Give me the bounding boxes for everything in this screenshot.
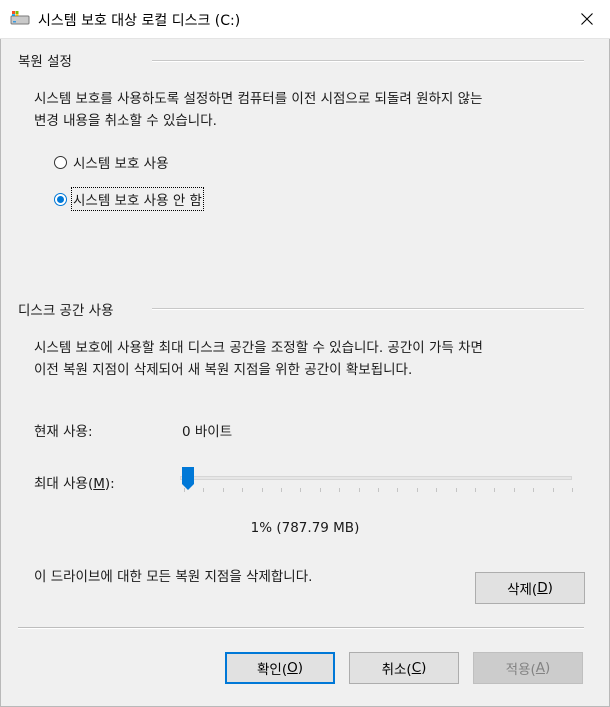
max-usage-slider[interactable] — [178, 466, 574, 496]
restore-settings-description: 시스템 보호를 사용하도록 설정하면 컴퓨터를 이전 시점으로 되돌려 원하지 … — [34, 88, 482, 132]
disk-usage-divider — [152, 308, 584, 310]
current-usage-value: 0 바이트 — [182, 424, 233, 440]
max-usage-percent: 1% (787.79 MB) — [250, 520, 360, 536]
restore-description-line-1: 시스템 보호를 사용하도록 설정하면 컴퓨터를 이전 시점으로 되돌려 원하지 … — [34, 91, 483, 107]
slider-tick — [358, 488, 360, 492]
max-usage-label: 최대 사용(M): — [34, 476, 115, 492]
slider-tick — [572, 488, 573, 492]
slider-tick — [494, 488, 496, 492]
slider-tick — [242, 488, 244, 492]
close-icon — [581, 13, 593, 25]
slider-tick — [533, 488, 535, 492]
restore-settings-divider — [152, 60, 584, 62]
slider-tick — [300, 488, 302, 492]
slider-tick — [513, 488, 515, 492]
slider-tick — [397, 488, 399, 492]
footer-divider — [18, 627, 584, 629]
disk-description-line-1: 시스템 보호에 사용할 최대 디스크 공간을 조정할 수 있습니다. 공간이 가… — [34, 340, 483, 356]
window-title: 시스템 보호 대상 로컬 디스크 (C:) — [38, 13, 241, 29]
slider-tick — [281, 488, 282, 492]
slider-tick — [455, 488, 457, 492]
disk-usage-description: 시스템 보호에 사용할 최대 디스크 공간을 조정할 수 있습니다. 공간이 가… — [34, 337, 483, 381]
slider-tick — [203, 488, 205, 492]
delete-button[interactable]: 삭제(D) — [475, 572, 585, 604]
slider-tick — [552, 488, 554, 492]
cancel-button[interactable]: 취소(C) — [349, 652, 459, 684]
disk-usage-heading: 디스크 공간 사용 — [18, 303, 114, 319]
slider-tick — [339, 488, 341, 492]
slider-tick — [222, 488, 224, 492]
delete-restore-points-text: 이 드라이브에 대한 모든 복원 지점을 삭제합니다. — [34, 569, 313, 585]
radio-disable-protection-circle[interactable] — [54, 192, 67, 206]
radio-enable-protection-label[interactable]: 시스템 보호 사용 — [73, 152, 169, 172]
close-button[interactable] — [564, 0, 610, 38]
slider-tick — [378, 488, 379, 492]
radio-enable-protection[interactable]: 시스템 보호 사용 — [54, 152, 169, 172]
slider-tick — [261, 488, 263, 492]
slider-tick — [475, 488, 476, 492]
ok-button[interactable]: 확인(O) — [225, 652, 335, 684]
radio-enable-protection-circle[interactable] — [54, 155, 67, 169]
slider-track[interactable] — [180, 476, 572, 480]
radio-disable-protection[interactable]: 시스템 보호 사용 안 함 — [54, 187, 204, 211]
disk-description-line-2: 이전 복원 지점이 삭제되어 새 복원 지점을 위한 공간이 확보됩니다. — [34, 362, 413, 378]
apply-button: 적용(A) — [473, 652, 583, 684]
restore-description-line-2: 변경 내용을 취소할 수 있습니다. — [34, 113, 217, 129]
drive-icon — [10, 10, 30, 26]
current-usage-label: 현재 사용: — [34, 424, 93, 440]
slider-tick — [319, 488, 321, 492]
restore-settings-heading: 복원 설정 — [18, 54, 72, 70]
radio-disable-protection-label[interactable]: 시스템 보호 사용 안 함 — [71, 187, 204, 211]
slider-thumb[interactable] — [181, 466, 195, 492]
title-bar[interactable]: 시스템 보호 대상 로컬 디스크 (C:) — [0, 0, 610, 39]
slider-tick — [416, 488, 418, 492]
slider-tick — [436, 488, 438, 492]
